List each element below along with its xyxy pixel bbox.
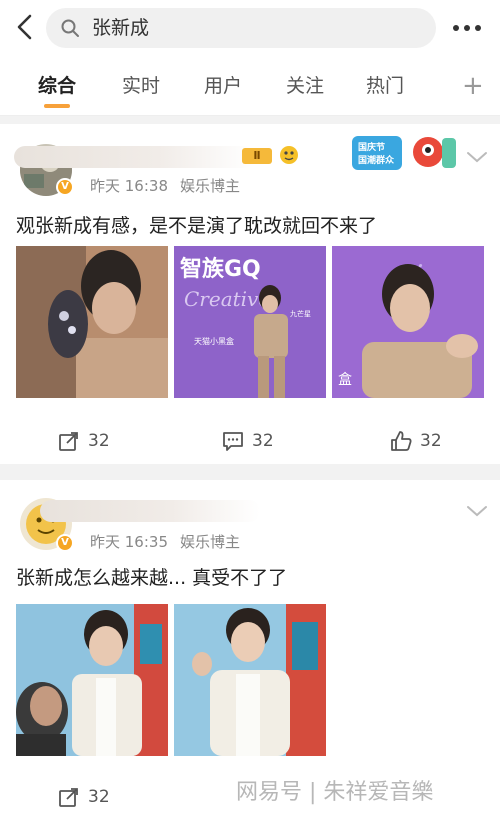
svg-text:国庆节: 国庆节	[358, 141, 385, 153]
svg-text:盒: 盒	[338, 371, 352, 388]
post-card[interactable]: V Ⅱ 昨天 16:38 娱乐博主 国庆节 国潮群众 观张新成有感，是不是演了耽…	[0, 124, 500, 464]
repost-count: 32	[88, 787, 110, 807]
post-time: 昨天 16:38	[90, 177, 168, 195]
post-photo[interactable]	[174, 604, 326, 756]
comment-count: 32	[252, 431, 274, 451]
search-icon	[61, 19, 79, 37]
like-button[interactable]: 32	[390, 426, 442, 456]
tab-following[interactable]: 关注	[286, 74, 324, 98]
watermark: 网易号 | 朱祥爱音樂	[236, 780, 434, 805]
svg-text:智族GQ: 智族GQ	[180, 256, 261, 282]
post-text: 张新成怎么越来越... 真受不了了	[16, 567, 288, 589]
active-tab-indicator	[44, 104, 70, 108]
post-text: 观张新成有感，是不是演了耽改就回不来了	[16, 215, 378, 237]
post-card[interactable]: V 昨天 16:35 娱乐博主 张新成怎么越来越... 真受不了了 32	[0, 480, 500, 822]
verified-badge-icon: V	[56, 534, 74, 552]
back-arrow-icon[interactable]	[10, 12, 40, 42]
emoji-icon	[280, 146, 298, 164]
username-blurred[interactable]	[40, 500, 260, 522]
chevron-down-icon[interactable]	[466, 504, 488, 518]
svg-text:国潮群众: 国潮群众	[358, 154, 395, 166]
search-input[interactable]: 张新成	[46, 8, 436, 48]
tab-popular[interactable]: 热门	[366, 74, 404, 98]
thumbs-up-icon	[391, 431, 412, 451]
svg-text:Creative: Creative	[184, 287, 270, 311]
add-tab-icon[interactable]: +	[462, 72, 484, 100]
tab-comprehensive[interactable]: 综合	[38, 74, 76, 98]
comment-button[interactable]: 32	[222, 426, 274, 456]
like-count: 32	[420, 431, 442, 451]
repost-count: 32	[88, 431, 110, 451]
post-photo[interactable]	[16, 604, 168, 756]
national-day-banner-icon[interactable]: 国庆节 国潮群众	[350, 130, 460, 176]
rank-badge: Ⅱ	[242, 148, 272, 164]
share-icon	[59, 788, 78, 807]
post-photo[interactable]: 智族GQ Creative 天猫小黑盒 九芒星	[174, 246, 326, 398]
post-source: 娱乐博主	[180, 177, 241, 195]
verified-badge-icon: V	[56, 178, 74, 196]
tab-realtime[interactable]: 实时	[122, 74, 160, 98]
post-actions: 32 32 32	[0, 426, 500, 456]
username-blurred[interactable]	[14, 146, 254, 168]
tab-users[interactable]: 用户	[204, 74, 242, 98]
repost-button[interactable]: 32	[58, 426, 110, 456]
post-time: 昨天 16:35	[90, 533, 168, 551]
search-query: 张新成	[92, 17, 150, 39]
top-bar: 张新成	[0, 0, 500, 60]
chevron-down-icon[interactable]	[466, 150, 488, 164]
post-photo[interactable]	[16, 246, 168, 398]
tab-bar: 综合 实时 用户 关注 热门 +	[0, 60, 500, 116]
more-options-icon[interactable]	[450, 18, 484, 38]
comment-icon	[223, 432, 243, 451]
svg-text:天猫小黑盒: 天猫小黑盒	[194, 336, 234, 346]
post-source: 娱乐博主	[180, 533, 241, 551]
repost-button[interactable]: 32	[58, 782, 110, 812]
post-photo[interactable]: ti 盒	[332, 246, 484, 398]
svg-text:九芒星: 九芒星	[290, 309, 311, 318]
share-icon	[59, 432, 78, 451]
